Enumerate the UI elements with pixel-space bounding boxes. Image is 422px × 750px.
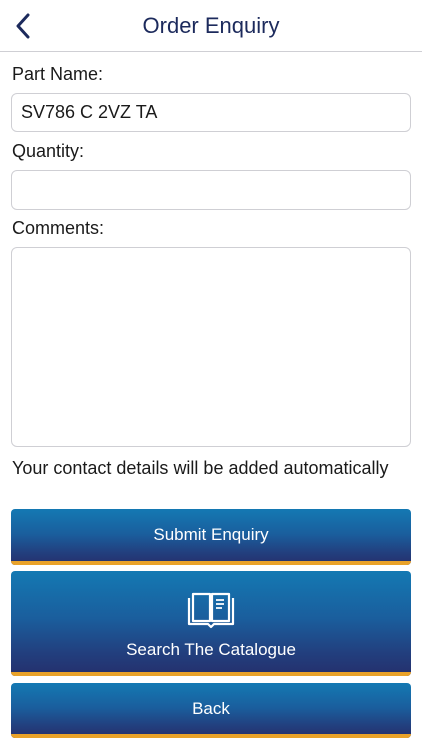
back-button-label: Back <box>192 699 230 718</box>
search-catalogue-label: Search The Catalogue <box>126 640 296 659</box>
open-book-icon <box>187 592 235 629</box>
submit-enquiry-button[interactable]: Submit Enquiry <box>11 509 411 565</box>
submit-enquiry-label: Submit Enquiry <box>153 525 269 544</box>
comments-label: Comments: <box>12 218 105 238</box>
part-name-label: Part Name: <box>12 64 104 84</box>
quantity-input[interactable] <box>11 170 411 210</box>
back-button[interactable]: Back <box>11 683 411 738</box>
comments-textarea[interactable] <box>11 247 411 447</box>
search-catalogue-button[interactable]: Search The Catalogue <box>11 571 411 676</box>
part-name-input[interactable] <box>11 93 411 132</box>
contact-details-note: Your contact details will be added autom… <box>12 458 389 478</box>
quantity-label: Quantity: <box>12 141 85 161</box>
page-title: Order Enquiry <box>142 13 280 38</box>
navigation-bar: Order Enquiry <box>0 0 422 52</box>
